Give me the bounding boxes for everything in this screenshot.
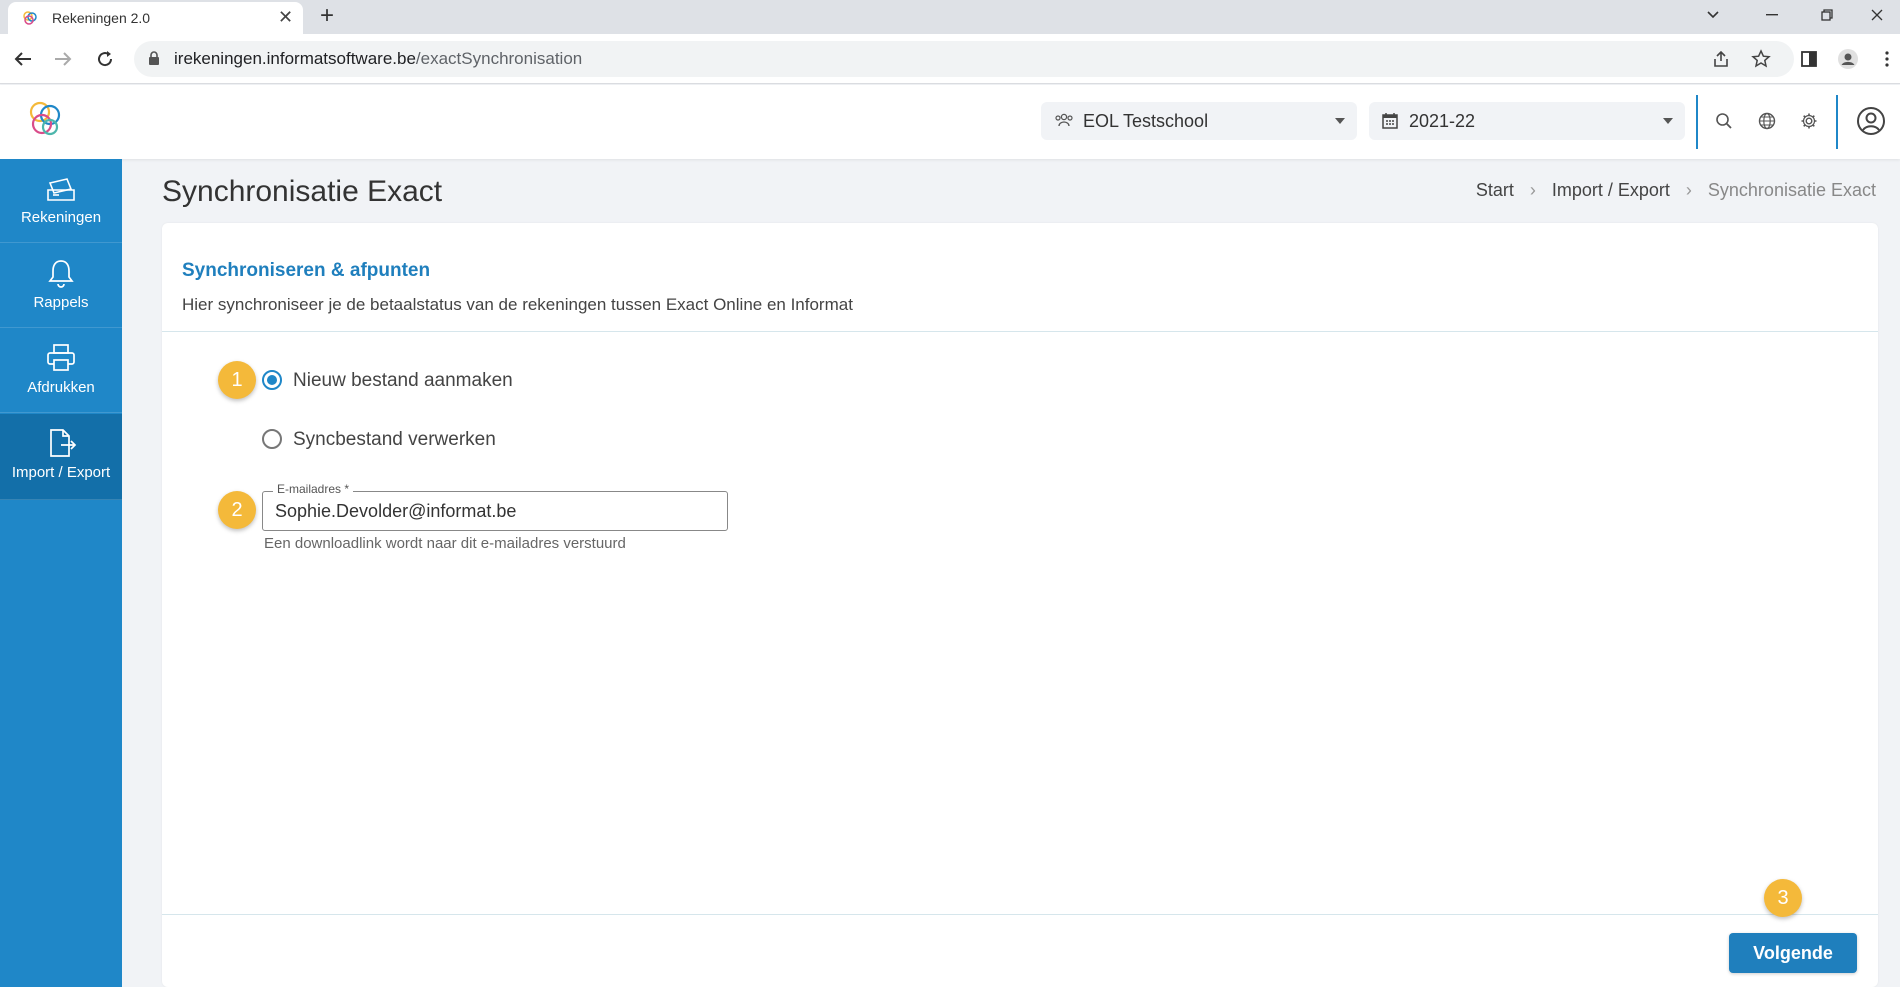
header-divider: [1696, 95, 1698, 149]
radio-new-file[interactable]: [262, 370, 282, 390]
email-field[interactable]: E-mailadres *: [262, 482, 728, 531]
back-icon[interactable]: [10, 46, 36, 72]
email-field-label: E-mailadres *: [273, 482, 354, 496]
group-icon: [1055, 113, 1073, 127]
tab-title: Rekeningen 2.0: [52, 10, 151, 26]
sidebar-item-rappels[interactable]: Rappels: [0, 244, 122, 328]
page-title: Synchronisatie Exact: [162, 175, 443, 208]
reload-icon[interactable]: [92, 46, 118, 72]
app-favicon-icon: [23, 11, 37, 25]
bell-icon: [48, 260, 74, 288]
chevron-down-icon: [1663, 118, 1673, 124]
sidebar-item-label: Import / Export: [11, 464, 111, 481]
sidebar-item-label: Afdrukken: [27, 379, 95, 396]
email-help-text: Een downloadlink wordt naar dit e-mailad…: [264, 535, 626, 552]
sidebar-item-afdrukken[interactable]: Afdrukken: [0, 329, 122, 413]
breadcrumb-current: Synchronisatie Exact: [1707, 180, 1876, 200]
chevron-down-icon: [1335, 118, 1345, 124]
radio-sync-file[interactable]: [262, 429, 282, 449]
tab-search-icon[interactable]: [1690, 0, 1736, 30]
app-header: EOL Testschool 2021-22: [0, 85, 1900, 159]
breadcrumb-start[interactable]: Start: [1476, 180, 1514, 201]
user-account-icon[interactable]: [1855, 105, 1887, 137]
header-divider: [1836, 95, 1838, 149]
year-select-value: 2021-22: [1409, 111, 1476, 131]
card-footer-divider: [162, 914, 1878, 915]
sidebar-item-label: Rappels: [33, 294, 89, 311]
next-button[interactable]: Volgende: [1729, 933, 1857, 973]
gear-icon[interactable]: [1798, 110, 1820, 132]
url-bar[interactable]: irekeningen.informatsoftware.be/exactSyn…: [134, 41, 1794, 77]
restore-icon[interactable]: [1804, 0, 1850, 30]
chevron-right-icon: ›: [1685, 180, 1692, 200]
sidebar: Rekeningen Rappels Afdrukken Import / Ex…: [0, 159, 122, 987]
step-marker-1: 1: [218, 361, 256, 399]
url-text: irekeningen.informatsoftware.be/exactSyn…: [174, 49, 583, 68]
step-marker-3: 3: [1764, 879, 1802, 917]
side-panel-icon[interactable]: [1796, 46, 1822, 72]
close-window-icon[interactable]: [1854, 0, 1900, 30]
school-select-value: EOL Testschool: [1083, 111, 1209, 131]
radio-sync-file-label[interactable]: Syncbestand verwerken: [293, 429, 496, 451]
invoice-icon: [47, 178, 75, 201]
radio-new-file-label[interactable]: Nieuw bestand aanmaken: [293, 370, 513, 392]
breadcrumb: Start › Import / Export › Synchronisatie…: [1476, 180, 1876, 201]
file-export-icon: [50, 429, 77, 457]
lock-icon: [149, 51, 159, 65]
email-input[interactable]: [275, 501, 715, 522]
sidebar-item-import-export[interactable]: Import / Export: [0, 414, 122, 500]
profile-icon[interactable]: [1835, 46, 1861, 72]
step-marker-2: 2: [218, 491, 256, 529]
sidebar-item-label: Rekeningen: [20, 209, 102, 226]
minimize-icon[interactable]: [1749, 0, 1795, 30]
browser-menu-icon[interactable]: [1874, 46, 1900, 72]
forward-icon[interactable]: [50, 46, 76, 72]
chevron-right-icon: ›: [1529, 180, 1536, 200]
search-icon[interactable]: [1713, 110, 1735, 132]
sync-card: Synchroniseren & afpunten Hier synchroni…: [162, 223, 1878, 987]
tab-close-icon[interactable]: ✕: [278, 7, 293, 27]
sidebar-item-rekeningen[interactable]: Rekeningen: [0, 159, 122, 243]
breadcrumb-import-export[interactable]: Import / Export: [1552, 180, 1670, 201]
browser-addressbar: irekeningen.informatsoftware.be/exactSyn…: [0, 34, 1900, 84]
new-tab-icon[interactable]: +: [320, 3, 334, 29]
browser-tab[interactable]: Rekeningen 2.0 ✕: [8, 2, 303, 34]
card-title: Synchroniseren & afpunten: [182, 260, 431, 281]
bookmark-star-icon[interactable]: [1750, 48, 1772, 70]
informat-logo-icon[interactable]: [22, 97, 68, 143]
year-select[interactable]: 2021-22: [1369, 102, 1685, 140]
globe-icon[interactable]: [1756, 110, 1778, 132]
printer-icon: [47, 344, 75, 371]
share-icon[interactable]: [1710, 48, 1732, 70]
school-select[interactable]: EOL Testschool: [1041, 102, 1357, 140]
card-subtitle: Hier synchroniseer je de betaalstatus va…: [182, 295, 853, 314]
calendar-icon: [1382, 113, 1398, 129]
browser-tabbar: Rekeningen 2.0 ✕ +: [0, 0, 1900, 34]
card-header: Synchroniseren & afpunten Hier synchroni…: [162, 223, 1878, 332]
